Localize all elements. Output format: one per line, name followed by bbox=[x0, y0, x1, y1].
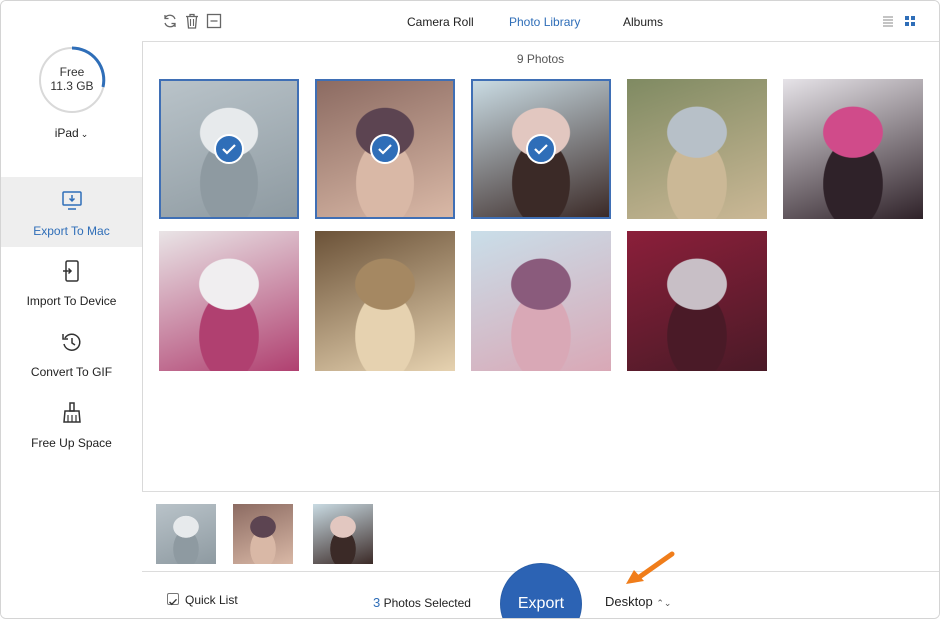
chevron-down-icon: ⌄ bbox=[80, 129, 89, 139]
import-to-device-icon bbox=[63, 260, 79, 282]
checkmark-icon bbox=[526, 134, 556, 164]
sidebar-item-import-to-device[interactable]: Import To Device bbox=[1, 247, 142, 317]
destination-label: Desktop bbox=[605, 594, 653, 609]
selected-thumbnail[interactable] bbox=[233, 504, 293, 564]
sidebar-item-free-up-space[interactable]: Free Up Space bbox=[1, 389, 142, 459]
broom-icon bbox=[63, 402, 81, 423]
photo-tile[interactable] bbox=[783, 79, 923, 219]
tab-photo-library[interactable]: Photo Library bbox=[509, 15, 580, 29]
selected-tray bbox=[142, 491, 939, 572]
sidebar-item-label: Free Up Space bbox=[31, 436, 112, 450]
photo-image bbox=[159, 231, 299, 371]
export-to-mac-icon bbox=[62, 191, 82, 210]
sidebar-item-label: Convert To GIF bbox=[30, 365, 113, 379]
photo-count: 9 Photos bbox=[516, 52, 565, 66]
tab-camera-roll[interactable]: Camera Roll bbox=[407, 15, 474, 29]
photo-tile[interactable] bbox=[159, 79, 299, 219]
selected-thumbnail[interactable] bbox=[313, 504, 373, 564]
sidebar-item-export-to-mac[interactable]: Export To Mac bbox=[1, 177, 142, 247]
photo-tile[interactable] bbox=[627, 231, 767, 371]
annotation-arrow-icon bbox=[626, 551, 675, 584]
chevron-up-down-icon: ⌃⌄ bbox=[656, 598, 672, 608]
checkmark-icon bbox=[370, 134, 400, 164]
photo-tile[interactable] bbox=[159, 231, 299, 371]
photo-image bbox=[627, 231, 767, 371]
convert-to-gif-icon bbox=[62, 333, 81, 351]
quick-list-checkbox[interactable] bbox=[167, 593, 179, 606]
photo-tile[interactable] bbox=[627, 79, 767, 219]
storage-indicator: Free 11.3 GB bbox=[37, 45, 107, 115]
checkmark-icon bbox=[169, 598, 178, 606]
device-selector[interactable]: iPad ⌄ bbox=[1, 126, 142, 140]
trash-icon[interactable] bbox=[184, 13, 200, 29]
toolbar: Camera Roll Photo Library Albums bbox=[142, 1, 939, 42]
storage-free-label: Free bbox=[59, 65, 85, 79]
storage-free-value: 11.3 GB bbox=[50, 79, 94, 93]
refresh-icon[interactable] bbox=[162, 13, 178, 29]
photo-tile[interactable] bbox=[471, 79, 611, 219]
checkmark-icon bbox=[214, 134, 244, 164]
selected-count: 3 Photos Selected bbox=[373, 595, 471, 610]
selected-thumbnail[interactable] bbox=[156, 504, 216, 564]
sidebar-item-label: Import To Device bbox=[26, 294, 117, 308]
quick-list-label[interactable]: Quick List bbox=[185, 593, 238, 607]
photo-image bbox=[315, 231, 455, 371]
bottom-bar: Quick List 3 Photos Selected Export Desk… bbox=[142, 564, 939, 618]
tab-albums[interactable]: Albums bbox=[623, 15, 663, 29]
sidebar-item-label: Export To Mac bbox=[33, 224, 110, 238]
sidebar: Free 11.3 GB iPad ⌄ Export To Mac Import … bbox=[1, 1, 143, 618]
selected-count-text: Photos Selected bbox=[380, 596, 471, 610]
photo-tile[interactable] bbox=[471, 231, 611, 371]
sidebar-item-convert-to-gif[interactable]: Convert To GIF bbox=[1, 318, 142, 388]
deselect-icon[interactable] bbox=[206, 13, 222, 29]
export-button[interactable]: Export bbox=[501, 564, 581, 618]
photo-tile[interactable] bbox=[315, 231, 455, 371]
photo-tile[interactable] bbox=[315, 79, 455, 219]
photo-image bbox=[627, 79, 767, 219]
grid-view-icon[interactable] bbox=[904, 15, 916, 27]
photo-image bbox=[783, 79, 923, 219]
destination-selector[interactable]: Desktop ⌃⌄ bbox=[605, 594, 671, 609]
list-view-icon[interactable] bbox=[882, 15, 894, 27]
photo-image bbox=[471, 231, 611, 371]
device-name: iPad bbox=[54, 126, 79, 140]
app-window: Free 11.3 GB iPad ⌄ Export To Mac Import … bbox=[0, 0, 940, 619]
